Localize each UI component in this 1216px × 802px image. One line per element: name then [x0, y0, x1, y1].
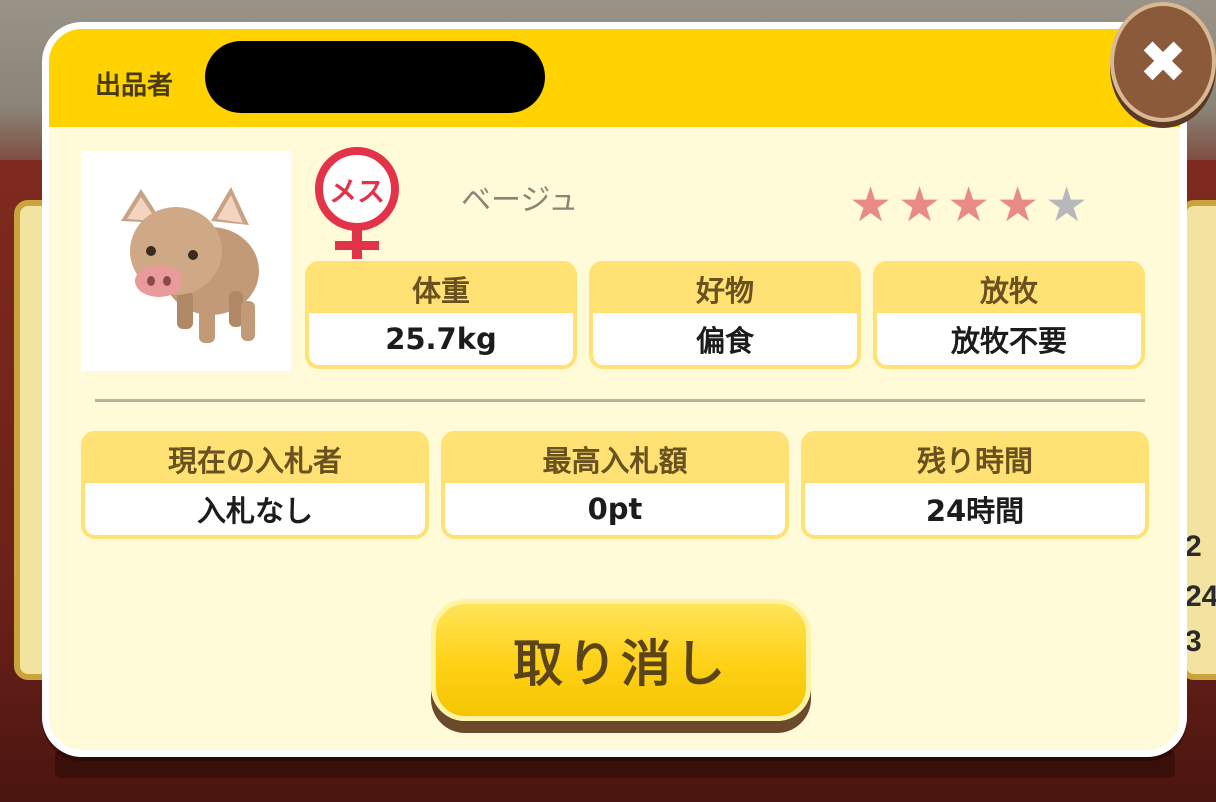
auction-detail-dialog: 出品者 メス ベージュ ★ ★ ★ ★ ★ 体重 25.7kg 好物 偏食 放牧…: [42, 22, 1187, 757]
close-button[interactable]: ✖: [1110, 2, 1216, 122]
divider: [95, 399, 1145, 402]
gender-label: メス: [329, 175, 385, 208]
stat-value: 25.7kg: [385, 322, 497, 356]
star-icon: ★: [849, 177, 893, 233]
pet-color-name: ベージュ: [461, 183, 579, 218]
star-rating: ★ ★ ★ ★ ★: [849, 181, 1088, 229]
current-bidder: 現在の入札者 入札なし: [81, 431, 429, 539]
stat-title: 体重: [309, 265, 573, 313]
background-peek-text: 24: [1185, 580, 1216, 613]
stat-grazing: 放牧 放牧不要: [873, 261, 1145, 369]
auction-title: 残り時間: [805, 435, 1145, 483]
auction-title: 最高入札額: [445, 435, 785, 483]
cancel-button-label: 取り消し: [513, 635, 729, 693]
auction-value: 入札なし: [196, 494, 313, 528]
star-icon: ★: [1045, 177, 1089, 233]
female-icon: メス: [311, 145, 403, 265]
highest-bid: 最高入札額 0pt: [441, 431, 789, 539]
background-peek-text: 3: [1185, 625, 1202, 658]
star-icon: ★: [947, 177, 991, 233]
close-icon: ✖: [1138, 28, 1188, 96]
stat-value: 放牧不要: [950, 324, 1067, 358]
cancel-listing-button[interactable]: 取り消し: [431, 599, 811, 721]
star-icon: ★: [898, 177, 942, 233]
dialog-header: 出品者: [49, 29, 1180, 127]
stat-title: 好物: [593, 265, 857, 313]
star-icon: ★: [996, 177, 1040, 233]
auction-value: 24時間: [925, 494, 1025, 528]
stat-value: 偏食: [695, 324, 754, 358]
stat-weight: 体重 25.7kg: [305, 261, 577, 369]
time-remaining: 残り時間 24時間: [801, 431, 1149, 539]
pet-image: [81, 151, 291, 371]
auction-title: 現在の入札者: [85, 435, 425, 483]
pig-icon: [121, 187, 259, 343]
auction-value: 0pt: [587, 492, 643, 526]
stat-favorite-food: 好物 偏食: [589, 261, 861, 369]
seller-name-redacted: [205, 41, 545, 113]
background-peek-text: 2: [1185, 530, 1202, 563]
seller-label: 出品者: [95, 71, 174, 101]
stat-title: 放牧: [877, 265, 1141, 313]
